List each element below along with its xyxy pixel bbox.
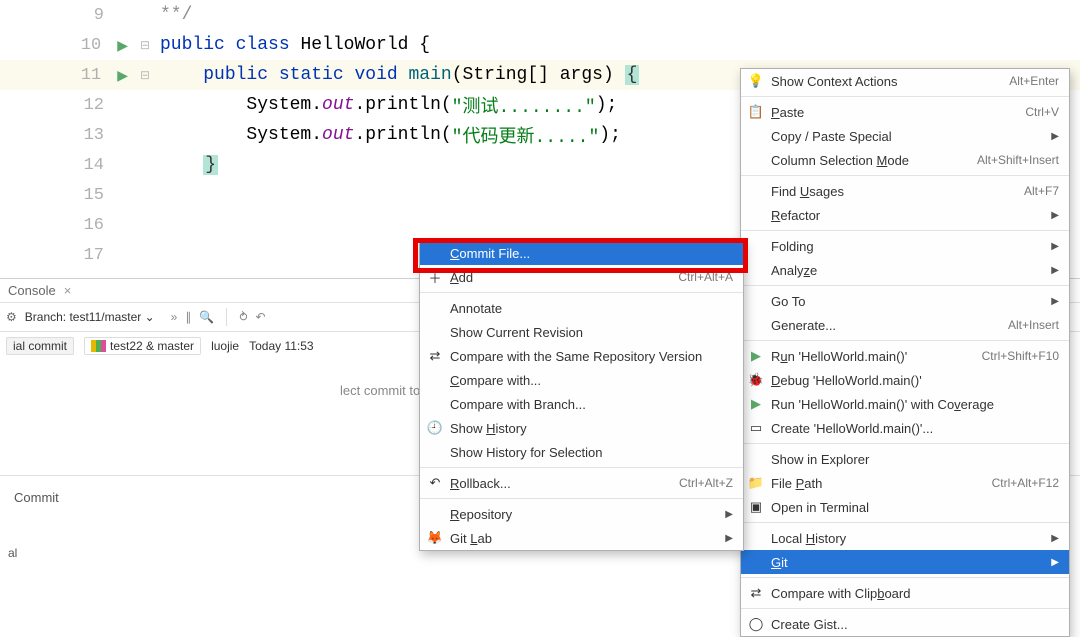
menu-item[interactable]: ▭Create 'HelloWorld.main()'... — [741, 416, 1069, 440]
menu-item[interactable]: Annotate — [420, 296, 743, 320]
menu-item[interactable]: 📋PasteCtrl+V — [741, 100, 1069, 124]
menu-item[interactable]: ▶Run 'HelloWorld.main()' with Coverage — [741, 392, 1069, 416]
close-icon[interactable]: × — [64, 283, 72, 298]
more-icon[interactable]: » — [171, 310, 178, 324]
menu-item[interactable]: Show in Explorer — [741, 447, 1069, 471]
menu-item[interactable]: ⇄Compare with Clipboard — [741, 581, 1069, 605]
menu-item[interactable]: Find UsagesAlt+F7 — [741, 179, 1069, 203]
menu-item[interactable]: 🐞Debug 'HelloWorld.main()' — [741, 368, 1069, 392]
menu-item[interactable]: ↶Rollback...Ctrl+Alt+Z — [420, 471, 743, 495]
search-icon[interactable]: 🔍 — [199, 310, 214, 324]
menu-item[interactable]: ◯Create Gist... — [741, 612, 1069, 636]
menu-item[interactable]: Copy / Paste Special▶ — [741, 124, 1069, 148]
menu-item[interactable]: Refactor▶ — [741, 203, 1069, 227]
menu-item[interactable]: Generate...Alt+Insert — [741, 313, 1069, 337]
menu-item[interactable]: Repository▶ — [420, 502, 743, 526]
menu-item[interactable]: 📁File PathCtrl+Alt+F12 — [741, 471, 1069, 495]
console-tab-label: Console — [8, 283, 56, 298]
run-icon[interactable]: ▶ — [117, 67, 128, 84]
menu-item[interactable]: Compare with Branch... — [420, 392, 743, 416]
menu-item[interactable]: Local History▶ — [741, 526, 1069, 550]
menu-item[interactable]: Show History for Selection — [420, 440, 743, 464]
run-icon[interactable]: ▶ — [117, 37, 128, 54]
menu-item[interactable]: Column Selection ModeAlt+Shift+Insert — [741, 148, 1069, 172]
menu-item[interactable]: Analyze▶ — [741, 258, 1069, 282]
select-commit-hint: lect commit to — [340, 383, 420, 398]
menu-item[interactable]: ▶Run 'HelloWorld.main()'Ctrl+Shift+F10 — [741, 344, 1069, 368]
context-menu[interactable]: 💡Show Context ActionsAlt+Enter 📋PasteCtrl… — [740, 68, 1070, 637]
branch-tag: test22 & master — [84, 337, 201, 355]
commit-author: luojie — [211, 339, 239, 353]
commit-time: Today 11:53 — [249, 339, 314, 353]
gear-icon[interactable]: ⚙ — [6, 310, 17, 324]
menu-item[interactable]: Commit File... — [420, 241, 743, 265]
menu-item[interactable]: 💡Show Context ActionsAlt+Enter — [741, 69, 1069, 93]
menu-item[interactable]: ▣Open in Terminal — [741, 495, 1069, 519]
git-submenu[interactable]: Commit File...＋AddCtrl+Alt+AAnnotateShow… — [419, 240, 744, 551]
cherry-pick-icon[interactable]: ⥁ — [239, 310, 247, 324]
menu-item[interactable]: 🦊Git Lab▶ — [420, 526, 743, 550]
menu-item[interactable]: 🕘Show History — [420, 416, 743, 440]
branch-color-icon — [91, 340, 106, 352]
menu-item[interactable]: Git▶ — [741, 550, 1069, 574]
undo-icon[interactable]: ↶ — [256, 310, 266, 324]
bottom-tab[interactable]: al — [0, 542, 25, 566]
menu-item[interactable]: Show Current Revision — [420, 320, 743, 344]
menu-item[interactable]: ＋AddCtrl+Alt+A — [420, 265, 743, 289]
menu-item[interactable]: Go To▶ — [741, 289, 1069, 313]
commit-tag: ial commit — [6, 337, 74, 355]
branch-selector[interactable]: Branch: test11/master ⌄ — [25, 310, 155, 324]
pause-icon[interactable]: ∥ — [185, 310, 191, 324]
menu-item[interactable]: Folding▶ — [741, 234, 1069, 258]
menu-item[interactable]: Compare with... — [420, 368, 743, 392]
separator — [226, 308, 227, 326]
menu-item[interactable]: ⇄Compare with the Same Repository Versio… — [420, 344, 743, 368]
